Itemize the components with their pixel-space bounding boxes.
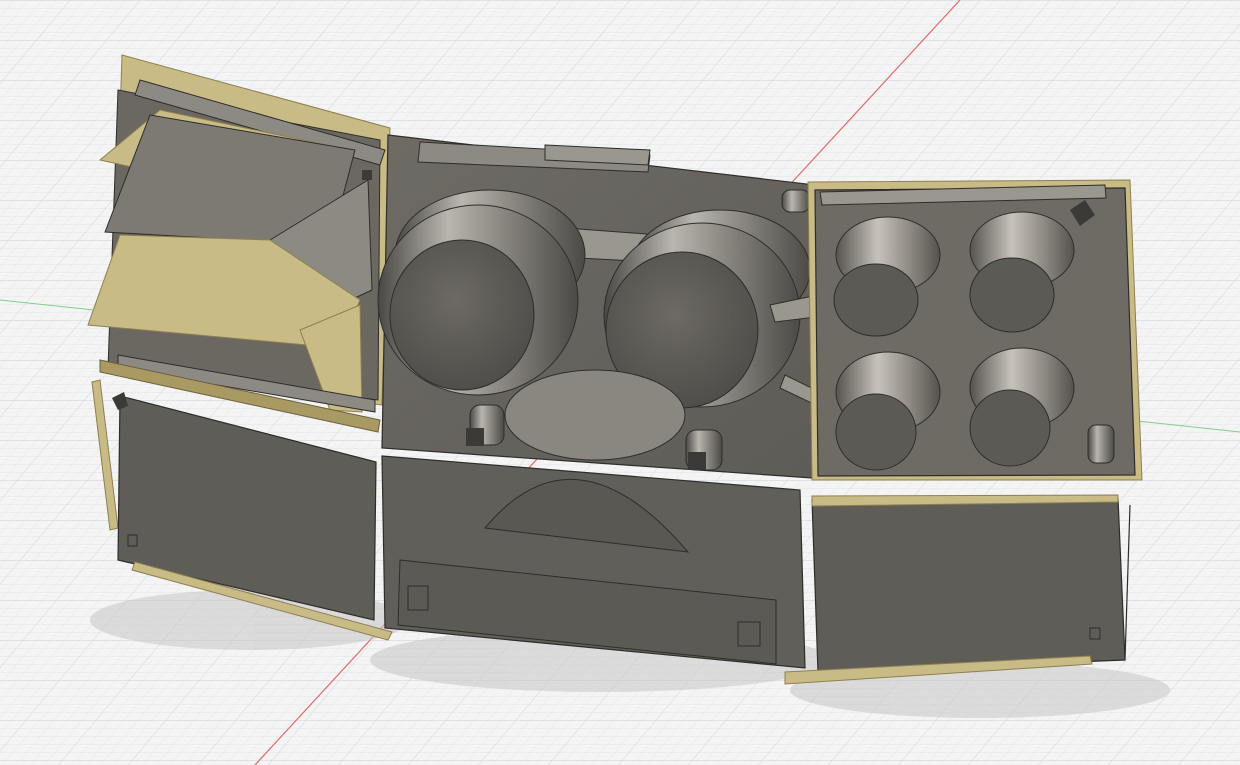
mounting-peg-right [1087, 424, 1115, 464]
center-panel-with-speakers[interactable] [377, 134, 833, 479]
right-lower-panel[interactable] [784, 494, 1131, 685]
center-bowl [504, 369, 686, 461]
right-panel-with-knobs[interactable] [807, 179, 1143, 481]
cad-viewport[interactable] [0, 0, 1240, 765]
